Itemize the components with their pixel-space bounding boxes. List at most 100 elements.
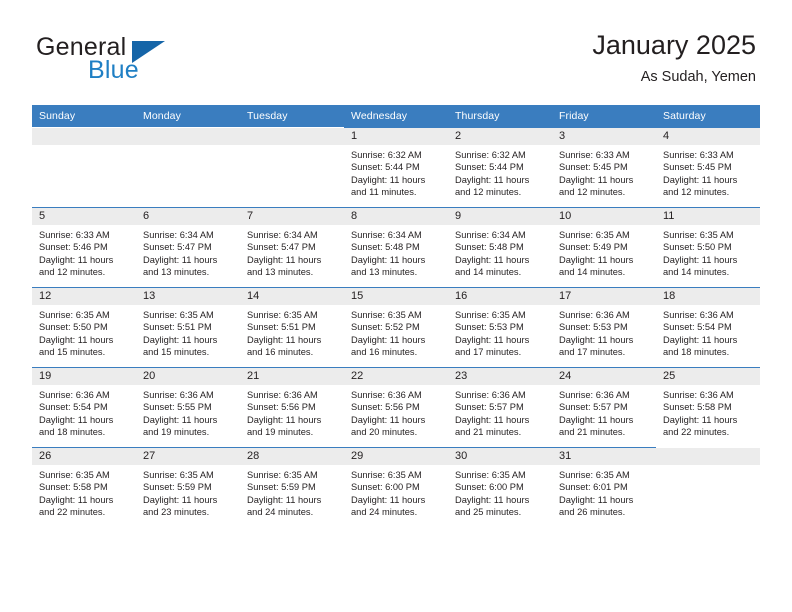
sunrise-text: Sunrise: 6:35 AM (143, 310, 214, 320)
calendar-cell-day[interactable]: 31 Sunrise: 6:35 AM Sunset: 6:01 PM Dayligh… (552, 447, 656, 527)
day-details: Sunrise: 6:35 AM Sunset: 6:00 PM Daylight:… (344, 465, 448, 518)
sunset-text: Sunset: 5:51 PM (143, 322, 212, 333)
day-details: Sunrise: 6:33 AM Sunset: 5:45 PM Daylight:… (552, 145, 656, 198)
sunrise-text: Sunrise: 6:34 AM (143, 230, 214, 240)
calendar-week-row: 19 Sunrise: 6:36 AM Sunset: 5:54 PM Dayligh… (32, 367, 760, 448)
day-details: Sunrise: 6:34 AM Sunset: 5:48 PM Daylight:… (448, 225, 552, 278)
title-block: January 2025 As Sudah, Yemen (592, 28, 756, 88)
sunrise-text: Sunrise: 6:36 AM (247, 390, 318, 400)
sunset-text: Sunset: 5:48 PM (455, 242, 524, 253)
day-details: Sunrise: 6:35 AM Sunset: 6:00 PM Daylight:… (448, 465, 552, 518)
sunset-text: Sunset: 5:56 PM (247, 402, 316, 413)
sunset-text: Sunset: 5:54 PM (39, 402, 108, 413)
day-number: 11 (656, 208, 760, 225)
day-number: 19 (32, 368, 136, 385)
calendar-cell-day[interactable]: 2 Sunrise: 6:32 AM Sunset: 5:44 PM Daylight… (448, 127, 552, 208)
sunset-text: Sunset: 5:51 PM (247, 322, 316, 333)
daylight-text: Daylight: 11 hours and 22 minutes. (663, 414, 738, 437)
page-subtitle: As Sudah, Yemen (640, 69, 756, 85)
daylight-text: Daylight: 11 hours and 14 minutes. (559, 254, 634, 277)
calendar-cell-day[interactable]: 11 Sunrise: 6:35 AM Sunset: 5:50 PM Dayligh… (656, 207, 760, 288)
day-details: Sunrise: 6:34 AM Sunset: 5:48 PM Daylight:… (344, 225, 448, 278)
calendar-cell-day[interactable]: 29 Sunrise: 6:35 AM Sunset: 6:00 PM Dayligh… (344, 447, 448, 527)
daylight-text: Daylight: 11 hours and 23 minutes. (143, 494, 218, 517)
sunrise-text: Sunrise: 6:35 AM (351, 310, 422, 320)
sunrise-text: Sunrise: 6:36 AM (39, 390, 110, 400)
calendar-cell-day[interactable]: 21 Sunrise: 6:36 AM Sunset: 5:56 PM Dayligh… (240, 367, 344, 448)
brand-logo[interactable]: General Blue (36, 33, 236, 89)
sunrise-text: Sunrise: 6:35 AM (247, 310, 318, 320)
day-number: 4 (656, 128, 760, 145)
sunrise-text: Sunrise: 6:35 AM (351, 470, 422, 480)
sunrise-text: Sunrise: 6:36 AM (143, 390, 214, 400)
calendar-cell-day[interactable]: 4 Sunrise: 6:33 AM Sunset: 5:45 PM Daylight… (656, 127, 760, 208)
calendar-week-row: 26 Sunrise: 6:35 AM Sunset: 5:58 PM Dayligh… (32, 447, 760, 527)
day-number: 22 (344, 368, 448, 385)
calendar-cell-day[interactable]: 17 Sunrise: 6:36 AM Sunset: 5:53 PM Dayligh… (552, 287, 656, 368)
day-details: Sunrise: 6:36 AM Sunset: 5:56 PM Daylight:… (240, 385, 344, 438)
sunset-text: Sunset: 5:46 PM (39, 242, 108, 253)
calendar-cell-day[interactable]: 3 Sunrise: 6:33 AM Sunset: 5:45 PM Daylight… (552, 127, 656, 208)
day-number: 29 (344, 448, 448, 465)
sunrise-text: Sunrise: 6:36 AM (663, 390, 734, 400)
weekday-header-tuesday: Tuesday (240, 105, 344, 128)
calendar-cell-day[interactable]: 20 Sunrise: 6:36 AM Sunset: 5:55 PM Dayligh… (136, 367, 240, 448)
calendar-cell-day[interactable]: 19 Sunrise: 6:36 AM Sunset: 5:54 PM Dayligh… (32, 367, 136, 448)
day-details: Sunrise: 6:36 AM Sunset: 5:57 PM Daylight:… (552, 385, 656, 438)
sunrise-text: Sunrise: 6:35 AM (39, 470, 110, 480)
calendar-week-row: 5 Sunrise: 6:33 AM Sunset: 5:46 PM Daylight… (32, 207, 760, 288)
day-details: Sunrise: 6:35 AM Sunset: 5:51 PM Daylight:… (240, 305, 344, 358)
calendar-cell-day[interactable]: 22 Sunrise: 6:36 AM Sunset: 5:56 PM Dayligh… (344, 367, 448, 448)
calendar-cell-day[interactable]: 16 Sunrise: 6:35 AM Sunset: 5:53 PM Dayligh… (448, 287, 552, 368)
sunset-text: Sunset: 6:00 PM (351, 482, 420, 493)
daylight-text: Daylight: 11 hours and 19 minutes. (143, 414, 218, 437)
calendar-cell-day[interactable]: 15 Sunrise: 6:35 AM Sunset: 5:52 PM Dayligh… (344, 287, 448, 368)
day-number: 28 (240, 448, 344, 465)
day-number: 23 (448, 368, 552, 385)
calendar-cell-day[interactable]: 1 Sunrise: 6:32 AM Sunset: 5:44 PM Daylight… (344, 127, 448, 208)
calendar-cell-day[interactable]: 5 Sunrise: 6:33 AM Sunset: 5:46 PM Daylight… (32, 207, 136, 288)
calendar-cell-day[interactable]: 9 Sunrise: 6:34 AM Sunset: 5:48 PM Daylight… (448, 207, 552, 288)
calendar-cell-day[interactable]: 23 Sunrise: 6:36 AM Sunset: 5:57 PM Dayligh… (448, 367, 552, 448)
sunrise-text: Sunrise: 6:32 AM (351, 150, 422, 160)
sunrise-text: Sunrise: 6:36 AM (663, 310, 734, 320)
sunrise-text: Sunrise: 6:33 AM (559, 150, 630, 160)
day-number: 14 (240, 288, 344, 305)
day-details: Sunrise: 6:36 AM Sunset: 5:55 PM Daylight:… (136, 385, 240, 438)
sunrise-text: Sunrise: 6:34 AM (247, 230, 318, 240)
daylight-text: Daylight: 11 hours and 26 minutes. (559, 494, 634, 517)
calendar-cell-day[interactable]: 24 Sunrise: 6:36 AM Sunset: 5:57 PM Dayligh… (552, 367, 656, 448)
day-details: Sunrise: 6:35 AM Sunset: 5:49 PM Daylight:… (552, 225, 656, 278)
daynum-band-empty (240, 128, 344, 145)
calendar-cell-day[interactable]: 8 Sunrise: 6:34 AM Sunset: 5:48 PM Daylight… (344, 207, 448, 288)
sunset-text: Sunset: 6:01 PM (559, 482, 628, 493)
calendar-cell-day[interactable]: 30 Sunrise: 6:35 AM Sunset: 6:00 PM Dayligh… (448, 447, 552, 527)
daylight-text: Daylight: 11 hours and 12 minutes. (39, 254, 114, 277)
calendar-cell-day[interactable]: 6 Sunrise: 6:34 AM Sunset: 5:47 PM Daylight… (136, 207, 240, 288)
daylight-text: Daylight: 11 hours and 18 minutes. (39, 414, 114, 437)
daylight-text: Daylight: 11 hours and 22 minutes. (39, 494, 114, 517)
calendar-cell-day[interactable]: 26 Sunrise: 6:35 AM Sunset: 5:58 PM Dayligh… (32, 447, 136, 527)
weekday-header-monday: Monday (136, 105, 240, 128)
calendar-week-row: 12 Sunrise: 6:35 AM Sunset: 5:50 PM Dayligh… (32, 287, 760, 368)
calendar-header-row: Sunday Monday Tuesday Wednesday Thursday Frid… (32, 105, 760, 128)
day-details: Sunrise: 6:36 AM Sunset: 5:54 PM Daylight:… (32, 385, 136, 438)
calendar-cell-day[interactable]: 27 Sunrise: 6:35 AM Sunset: 5:59 PM Dayligh… (136, 447, 240, 527)
calendar-cell-day[interactable]: 25 Sunrise: 6:36 AM Sunset: 5:58 PM Dayligh… (656, 367, 760, 448)
calendar-cell-day[interactable]: 14 Sunrise: 6:35 AM Sunset: 5:51 PM Dayligh… (240, 287, 344, 368)
calendar-cell-day[interactable]: 12 Sunrise: 6:35 AM Sunset: 5:50 PM Dayligh… (32, 287, 136, 368)
daylight-text: Daylight: 11 hours and 24 minutes. (351, 494, 426, 517)
calendar-cell-day[interactable]: 13 Sunrise: 6:35 AM Sunset: 5:51 PM Dayligh… (136, 287, 240, 368)
calendar-cell-day[interactable]: 7 Sunrise: 6:34 AM Sunset: 5:47 PM Daylight… (240, 207, 344, 288)
sunset-text: Sunset: 5:55 PM (143, 402, 212, 413)
calendar-cell-day[interactable]: 28 Sunrise: 6:35 AM Sunset: 5:59 PM Dayligh… (240, 447, 344, 527)
calendar-cell-day[interactable]: 18 Sunrise: 6:36 AM Sunset: 5:54 PM Dayligh… (656, 287, 760, 368)
sunrise-text: Sunrise: 6:35 AM (663, 230, 734, 240)
daylight-text: Daylight: 11 hours and 11 minutes. (351, 174, 426, 197)
calendar-cell-day[interactable]: 10 Sunrise: 6:35 AM Sunset: 5:49 PM Dayligh… (552, 207, 656, 288)
day-number: 20 (136, 368, 240, 385)
day-details: Sunrise: 6:33 AM Sunset: 5:46 PM Daylight:… (32, 225, 136, 278)
day-details: Sunrise: 6:35 AM Sunset: 5:58 PM Daylight:… (32, 465, 136, 518)
day-details: Sunrise: 6:36 AM Sunset: 5:58 PM Daylight:… (656, 385, 760, 438)
sunset-text: Sunset: 5:58 PM (39, 482, 108, 493)
